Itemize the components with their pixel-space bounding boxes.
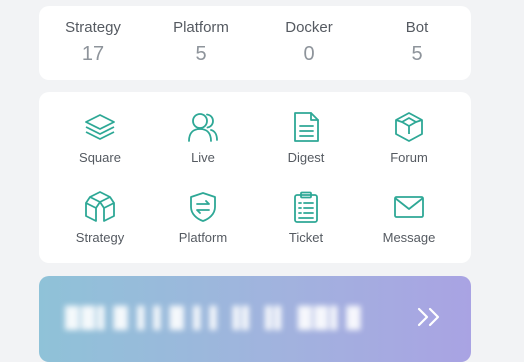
stat-bot[interactable]: Bot 5: [363, 6, 471, 80]
feature-forum[interactable]: Forum: [359, 110, 459, 165]
double-chevron-right-icon[interactable]: [415, 304, 445, 330]
stat-label: Docker: [285, 19, 333, 36]
shield-exchange-icon: [190, 192, 216, 222]
document-icon: [294, 112, 319, 142]
feature-label: Digest: [287, 150, 325, 165]
box-icon: [85, 191, 115, 222]
users-icon: [188, 113, 218, 142]
feature-label: Strategy: [75, 230, 125, 245]
stat-label: Platform: [173, 19, 229, 36]
feature-label: Ticket: [288, 230, 324, 245]
stat-platform[interactable]: Platform 5: [147, 6, 255, 80]
layers-icon: [85, 114, 115, 140]
promo-banner[interactable]: ██▌█ ▌▌█ ▌▌▐▌▐▌ ██▌█: [39, 276, 471, 362]
cube-icon: [395, 112, 423, 142]
clipboard-icon: [294, 191, 318, 223]
stat-label: Bot: [405, 19, 429, 36]
stat-value: 5: [195, 43, 207, 65]
feature-digest[interactable]: Digest: [256, 110, 356, 165]
banner-text: ██▌█ ▌▌█ ▌▌▐▌▐▌ ██▌█: [65, 307, 363, 329]
stat-value: 5: [411, 43, 423, 65]
feature-platform[interactable]: Platform: [153, 190, 253, 245]
feature-label: Forum: [390, 150, 428, 165]
feature-live[interactable]: Live: [153, 110, 253, 165]
stat-label: Strategy: [65, 19, 121, 36]
stat-strategy[interactable]: Strategy 17: [39, 6, 147, 80]
feature-square[interactable]: Square: [50, 110, 150, 165]
feature-strategy[interactable]: Strategy: [50, 190, 150, 245]
feature-label: Square: [79, 150, 121, 165]
feature-label: Live: [191, 150, 215, 165]
feature-grid: Square Live Digest Forum Strategy Platfo…: [39, 92, 471, 263]
stats-card: Strategy 17 Platform 5 Docker 0 Bot 5: [39, 6, 471, 80]
stat-docker[interactable]: Docker 0: [255, 6, 363, 80]
feature-message[interactable]: Message: [359, 190, 459, 245]
envelope-icon: [394, 196, 424, 218]
stat-value: 0: [303, 43, 315, 65]
stat-value: 17: [81, 43, 105, 65]
feature-label: Platform: [178, 230, 228, 245]
feature-label: Message: [382, 230, 436, 245]
feature-ticket[interactable]: Ticket: [256, 190, 356, 245]
